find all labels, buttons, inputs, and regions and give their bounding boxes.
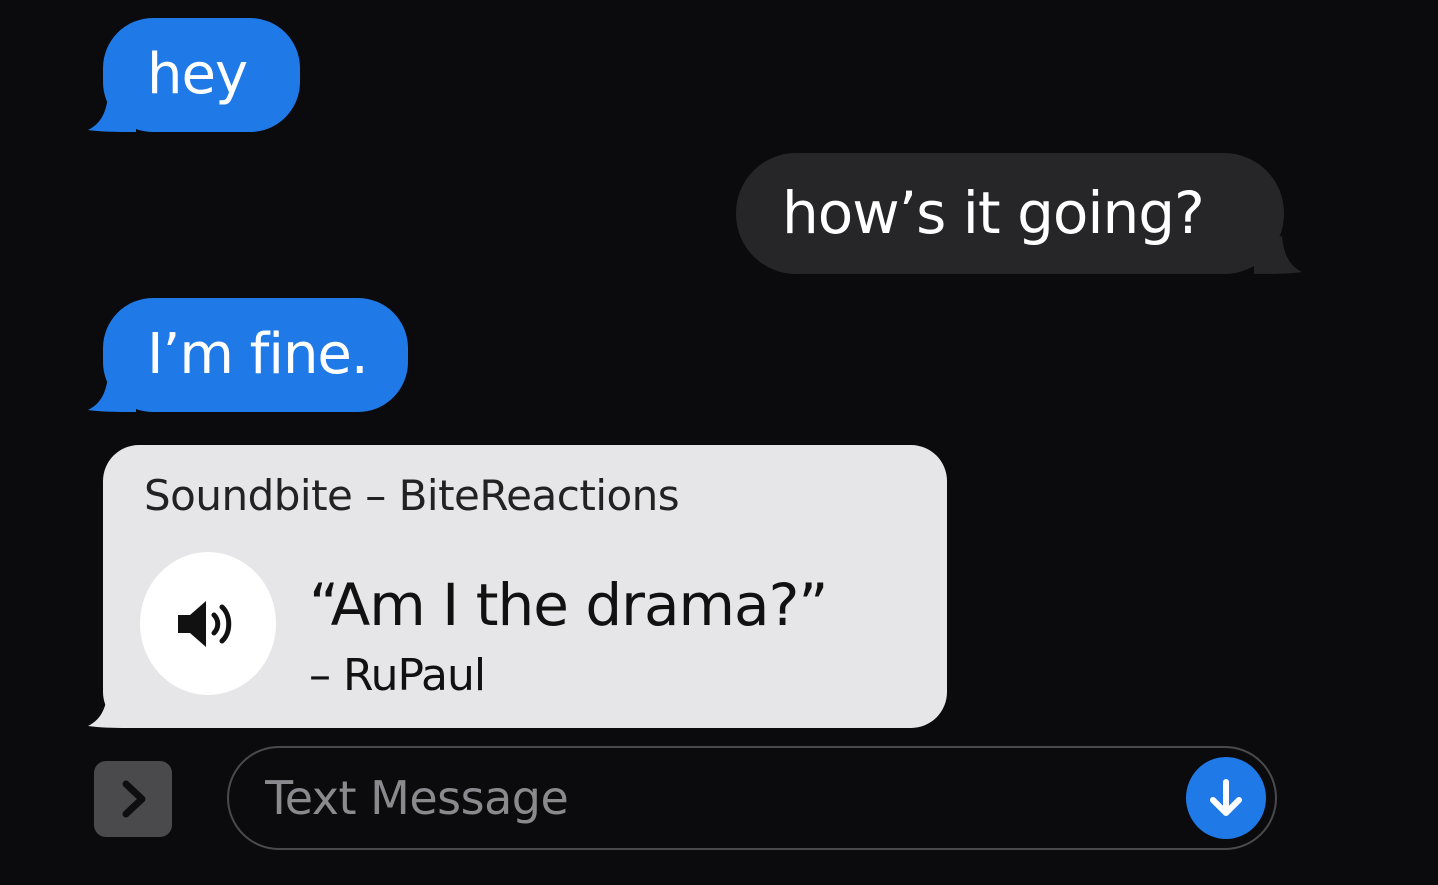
soundbite-quote: “Am I the drama?” xyxy=(309,571,828,639)
soundbite-card[interactable]: Soundbite – BiteReactions “Am I the dram… xyxy=(103,445,947,728)
send-button[interactable] xyxy=(1186,757,1266,839)
soundbite-title: Soundbite – BiteReactions xyxy=(144,471,680,520)
message-bubble-incoming[interactable]: hey xyxy=(103,18,300,132)
message-bubble-outgoing[interactable]: how’s it going? xyxy=(736,153,1284,274)
message-composer xyxy=(227,746,1277,850)
chevron-right-icon xyxy=(122,780,146,818)
soundbite-attribution: – RuPaul xyxy=(309,650,486,701)
text-message-input[interactable] xyxy=(265,760,1165,836)
messages-screen: hey how’s it going? I’m fine. Soundbite … xyxy=(0,0,1438,885)
speaker-icon xyxy=(178,601,232,647)
message-bubble-incoming[interactable]: I’m fine. xyxy=(103,298,408,412)
apps-expand-button[interactable] xyxy=(94,761,172,837)
arrow-down-icon xyxy=(1210,779,1242,816)
play-soundbite-button[interactable] xyxy=(140,552,276,695)
